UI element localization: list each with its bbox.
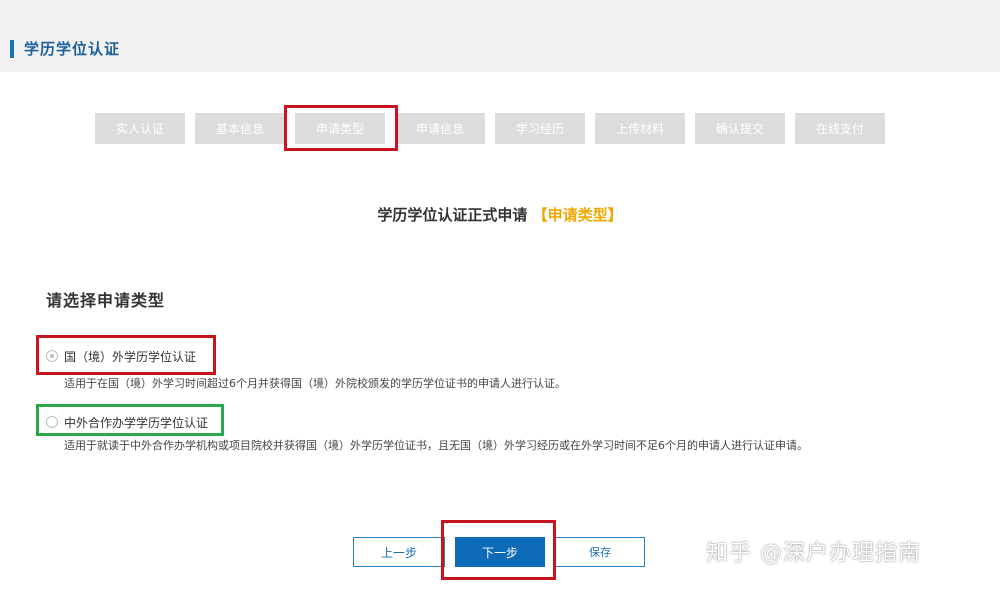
- step-real-person-auth: 实人认证: [95, 113, 185, 144]
- option-1-label[interactable]: 国（境）外学历学位认证: [64, 348, 196, 365]
- select-type-label: 请选择申请类型: [46, 291, 166, 310]
- header-accent-bar: [10, 40, 14, 58]
- prev-step-button[interactable]: 上一步: [353, 537, 445, 567]
- step-upload-materials: 上传材料: [595, 113, 685, 144]
- step-application-info: 申请信息: [395, 113, 485, 144]
- active-step-highlight: [284, 105, 398, 151]
- next-button-highlight: [441, 520, 556, 580]
- form-heading: 学历学位认证正式申请 【申请类型】: [0, 204, 1000, 225]
- option-1-description: 适用于在国（境）外学习时间超过6个月并获得国（境）外院校颁发的学历学位证书的申请…: [64, 377, 566, 390]
- step-basic-info: 基本信息: [195, 113, 285, 144]
- form-heading-text: 学历学位认证正式申请: [377, 206, 528, 224]
- save-button[interactable]: 保存: [555, 537, 645, 567]
- header-bar: [0, 0, 1000, 72]
- page-title: 学历学位认证: [24, 40, 121, 58]
- option-2-description: 适用于就读于中外合作办学机构或项目院校并获得国（境）外学历学位证书，且无国（境）…: [64, 439, 808, 452]
- option-1-radio[interactable]: [46, 350, 58, 362]
- step-study-history: 学习经历: [495, 113, 585, 144]
- radio-dot-icon: [50, 354, 54, 358]
- option-2-radio[interactable]: [46, 416, 58, 428]
- step-online-payment: 在线支付: [795, 113, 885, 144]
- form-heading-tag: 【申请类型】: [532, 206, 623, 224]
- watermark: 知乎 @深户办理指南: [706, 541, 921, 566]
- step-confirm-submit: 确认提交: [695, 113, 785, 144]
- option-2-label[interactable]: 中外合作办学学历学位认证: [64, 414, 208, 431]
